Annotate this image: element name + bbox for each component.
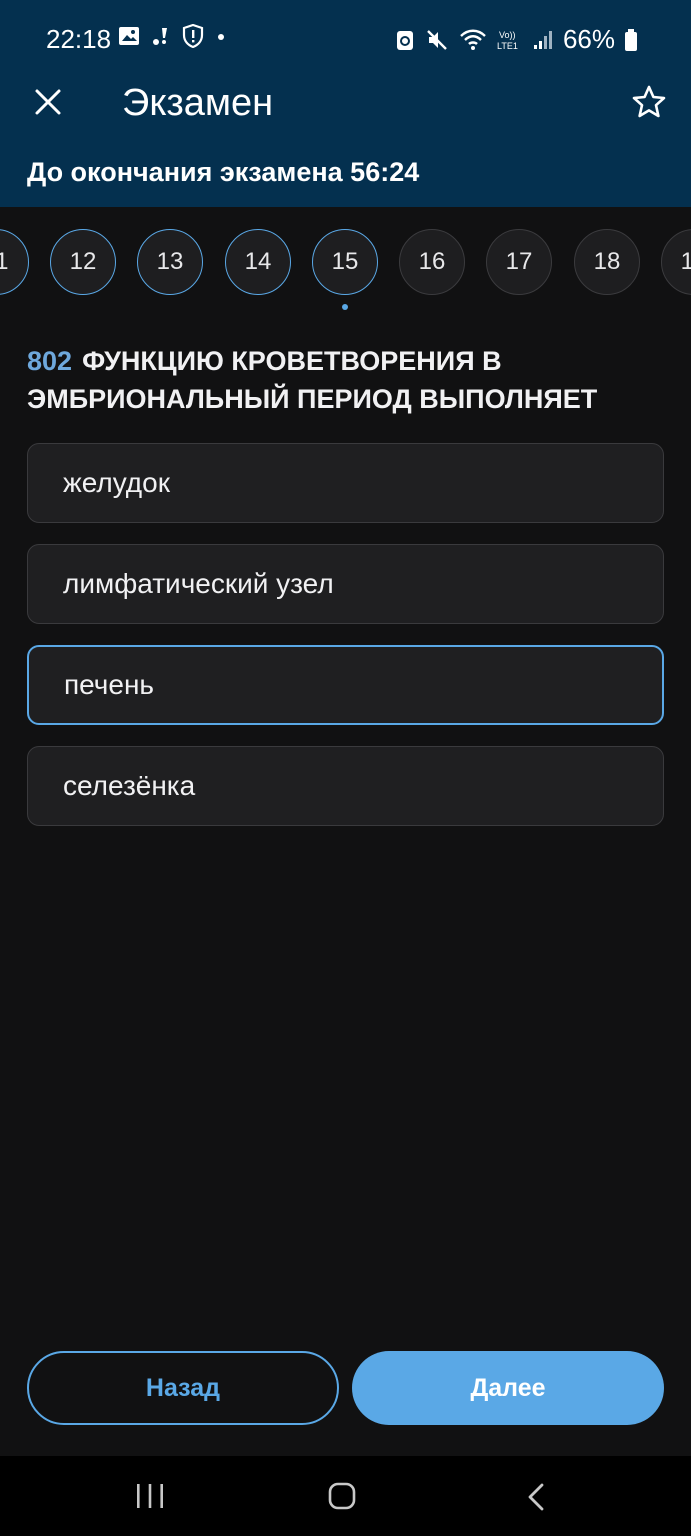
star-icon[interactable] [631,84,667,120]
recent-apps-icon[interactable] [135,1483,165,1509]
next-button[interactable]: Далее [352,1351,664,1425]
shield-icon [182,24,204,48]
gallery-icon [119,27,139,45]
status-icons-right: Vo)) LTE1 66% [395,24,637,55]
svg-text:Vo)): Vo)) [499,30,516,40]
question-nav-item[interactable]: 13 [137,229,203,295]
question-navigator: 11 12 13 14 15 16 17 18 19 [0,207,691,317]
dot-icon [218,34,224,40]
home-icon[interactable] [328,1482,356,1510]
question-nav-item[interactable]: 16 [399,229,465,295]
alarm-icon [396,30,413,50]
back-nav-icon[interactable] [526,1482,546,1512]
svg-text:LTE1: LTE1 [497,41,518,51]
wifi-icon [460,29,486,50]
question-nav-item[interactable]: 19 [661,229,691,295]
volte-icon: Vo)) LTE1 [497,30,518,51]
status-bar: 22:18 Vo)) LTE1 66% [0,0,691,78]
answer-option-selected[interactable]: печень [27,645,664,725]
page-title: Экзамен [122,82,274,124]
exam-timer: До окончания экзамена 56:24 [27,157,420,187]
question-nav-item[interactable]: 11 [0,229,29,295]
answer-option-label: селезёнка [63,770,196,801]
answer-option[interactable]: лимфатический узел [27,544,664,624]
question-body: ФУНКЦИЮ КРОВЕТВОРЕНИЯ В ЭМБРИОНАЛЬНЫЙ ПЕ… [27,346,598,414]
status-icons-left [118,24,228,48]
battery-level: 66% [562,24,615,54]
answer-option[interactable]: селезёнка [27,746,664,826]
notification-icon [153,28,167,45]
mute-icon [427,29,447,50]
answer-option[interactable]: желудок [27,443,664,523]
signal-icon [533,30,552,49]
question-nav-item[interactable]: 12 [50,229,116,295]
app-bar: Экзамен [0,78,691,134]
answer-option-label: печень [64,669,155,700]
current-question-indicator [342,304,348,310]
question-nav-item[interactable]: 17 [486,229,552,295]
question-nav-item[interactable]: 18 [574,229,640,295]
question-nav-item-current[interactable]: 15 [312,229,378,295]
status-time: 22:18 [46,24,112,54]
answer-option-label: желудок [63,467,170,498]
battery-icon [625,28,637,51]
system-nav-bar [0,1456,691,1536]
question-text: 802 ФУНКЦИЮ КРОВЕТВОРЕНИЯ В ЭМБРИОНАЛЬНЫЙ… [27,342,667,418]
close-icon[interactable] [30,84,66,120]
question-nav-item[interactable]: 14 [225,229,291,295]
answer-option-label: лимфатический узел [63,568,334,599]
question-number: 802 [27,346,73,376]
back-button[interactable]: Назад [27,1351,339,1425]
header: 22:18 Vo)) LTE1 66% Экзамен До окончания… [0,0,691,207]
